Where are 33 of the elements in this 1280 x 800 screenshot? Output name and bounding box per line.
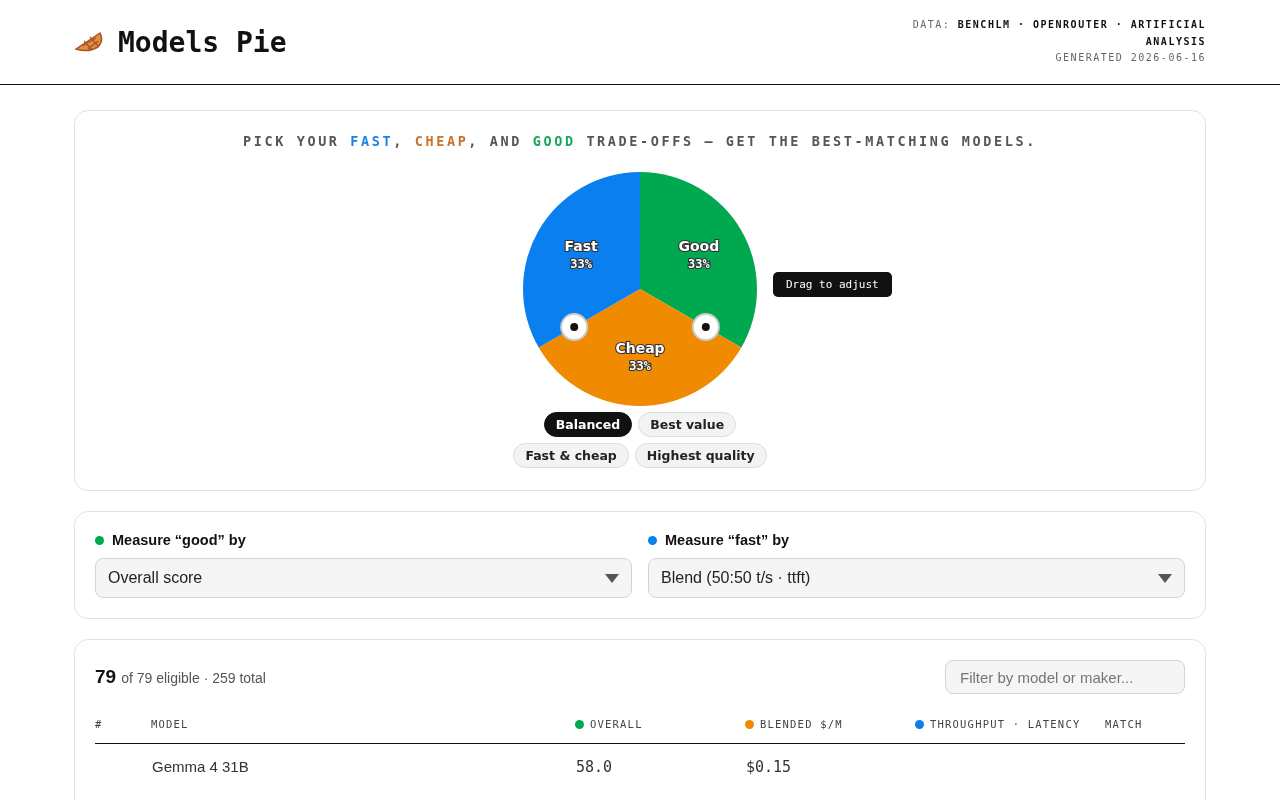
generated-date: GENERATED 2026-06-16 <box>1055 51 1206 66</box>
column-header: # <box>95 718 103 731</box>
column-header: BLENDED $/M <box>745 718 843 730</box>
blended-price: $0.15 <box>745 743 915 777</box>
result-count: 79 <box>95 666 117 688</box>
preset-chip[interactable]: Best value <box>638 412 737 437</box>
app-title: Models Pie <box>118 25 287 59</box>
slice-label: Good <box>678 238 720 254</box>
preset-chip[interactable]: Fast & cheap <box>513 443 629 468</box>
slice-percent: 33% <box>629 359 651 373</box>
slice-label: Cheap <box>615 340 665 356</box>
column-header: OVERALL <box>575 718 643 730</box>
model-name: Gemma 4 31B <box>151 743 575 777</box>
preset-chip[interactable]: Balanced <box>543 412 633 437</box>
tagline: PICK YOUR FAST, CHEAP, AND GOOD TRADE-OFFS — GET THE BEST-MATCHING MODELS. <box>243 133 1037 149</box>
column-header: MODEL <box>151 718 189 731</box>
preset-chip[interactable]: Highest quality <box>634 443 767 468</box>
slice-percent: 33% <box>570 257 592 271</box>
caret-icon <box>605 573 619 583</box>
measure-label: Measure “fast” by <box>665 532 790 548</box>
column-header: MATCH <box>1105 718 1143 731</box>
tooltip: Drag to adjust <box>773 272 892 297</box>
slice-percent: 33% <box>688 257 710 271</box>
filter-field[interactable]: Filter by model or maker... <box>945 660 1185 694</box>
caret-icon <box>1158 573 1172 583</box>
measure-select[interactable]: Overall score <box>95 558 632 598</box>
data-sources: DATA: BENCHLM · OPENROUTER · ARTIFICIAL ANALYSIS <box>911 18 1206 49</box>
result-summary: of 79 eligible · 259 total <box>121 670 266 686</box>
measure-select[interactable]: Blend (50:50 t/s · ttft) <box>648 558 1185 598</box>
slice-label: Fast <box>564 238 598 254</box>
overall-score: 58.0 <box>575 743 745 777</box>
column-header: THROUGHPUT · LATENCY <box>915 718 1081 730</box>
measure-label: Measure “good” by <box>112 532 246 548</box>
